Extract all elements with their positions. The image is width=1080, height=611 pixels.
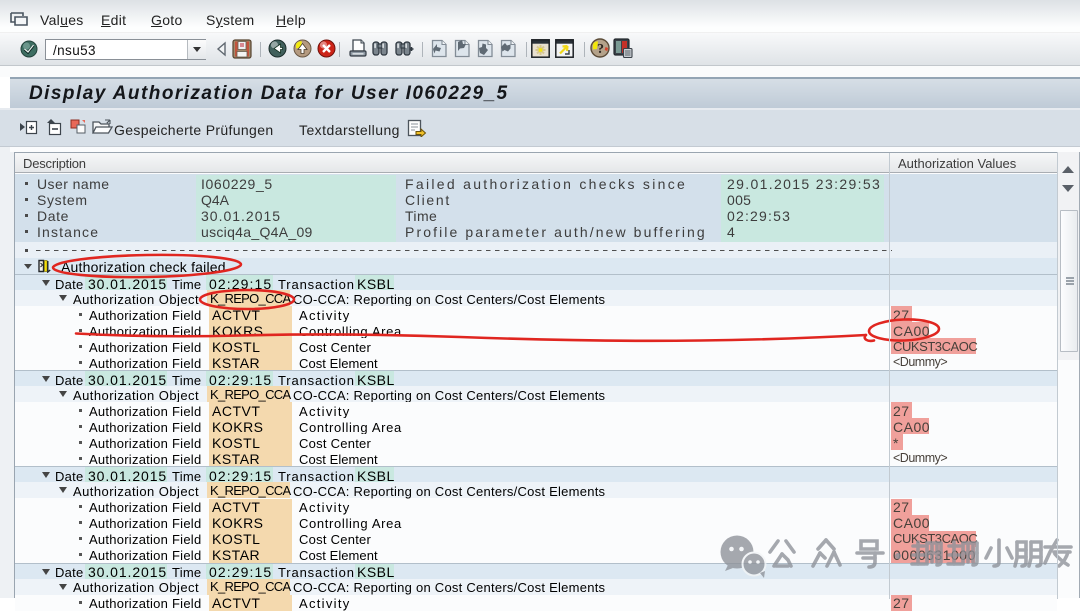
- svg-text:?: ?: [597, 42, 604, 57]
